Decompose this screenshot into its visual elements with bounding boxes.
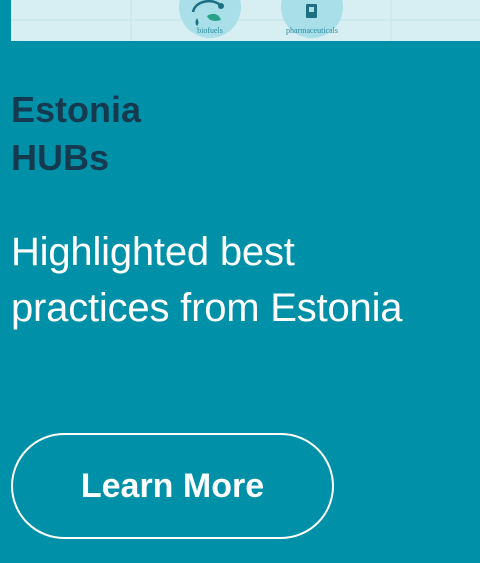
section-eyebrow: Estonia HUBs (11, 86, 141, 182)
headline-line-2: practices from Estonia (11, 286, 403, 330)
banner-image: biofuels pharmaceuticals (11, 0, 480, 41)
banner-pattern (11, 0, 480, 41)
section-headline: Highlighted best practices from Estonia (11, 224, 403, 336)
banner-caption-biofuels: biofuels (197, 26, 223, 35)
eyebrow-line-1: Estonia (11, 89, 142, 130)
banner-item-pharmaceuticals: pharmaceuticals (281, 0, 343, 38)
banner-item-biofuels: biofuels (179, 0, 241, 38)
eyebrow-line-2: HUBs (11, 137, 110, 178)
banner-caption-pharmaceuticals: pharmaceuticals (286, 26, 338, 35)
learn-more-button[interactable]: Learn More (11, 433, 334, 539)
headline-line-1: Highlighted best (11, 230, 295, 274)
